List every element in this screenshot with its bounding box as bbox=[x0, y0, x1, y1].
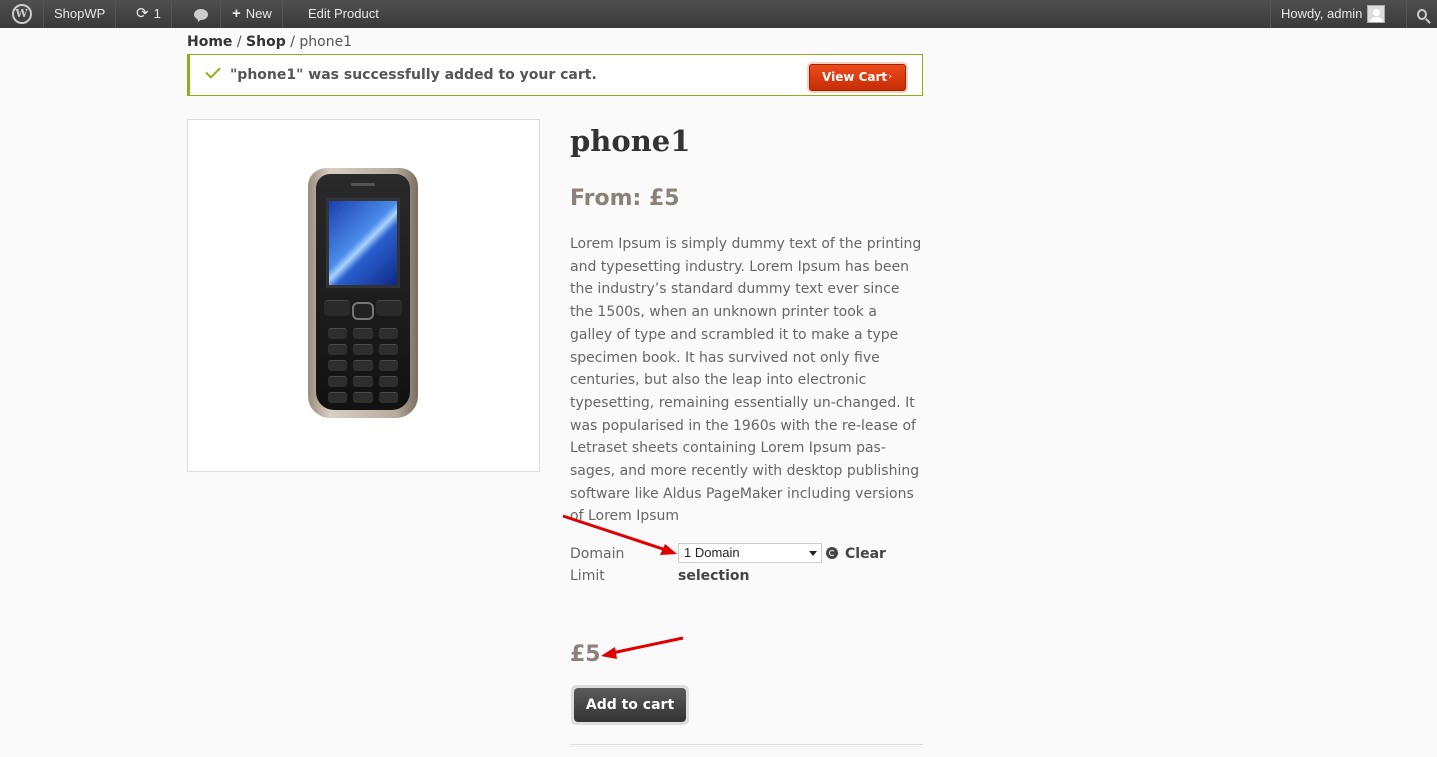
annotation-arrows bbox=[562, 514, 684, 659]
arrow-to-select-annotation bbox=[562, 514, 677, 555]
arrow-to-price-annotation bbox=[601, 636, 684, 659]
